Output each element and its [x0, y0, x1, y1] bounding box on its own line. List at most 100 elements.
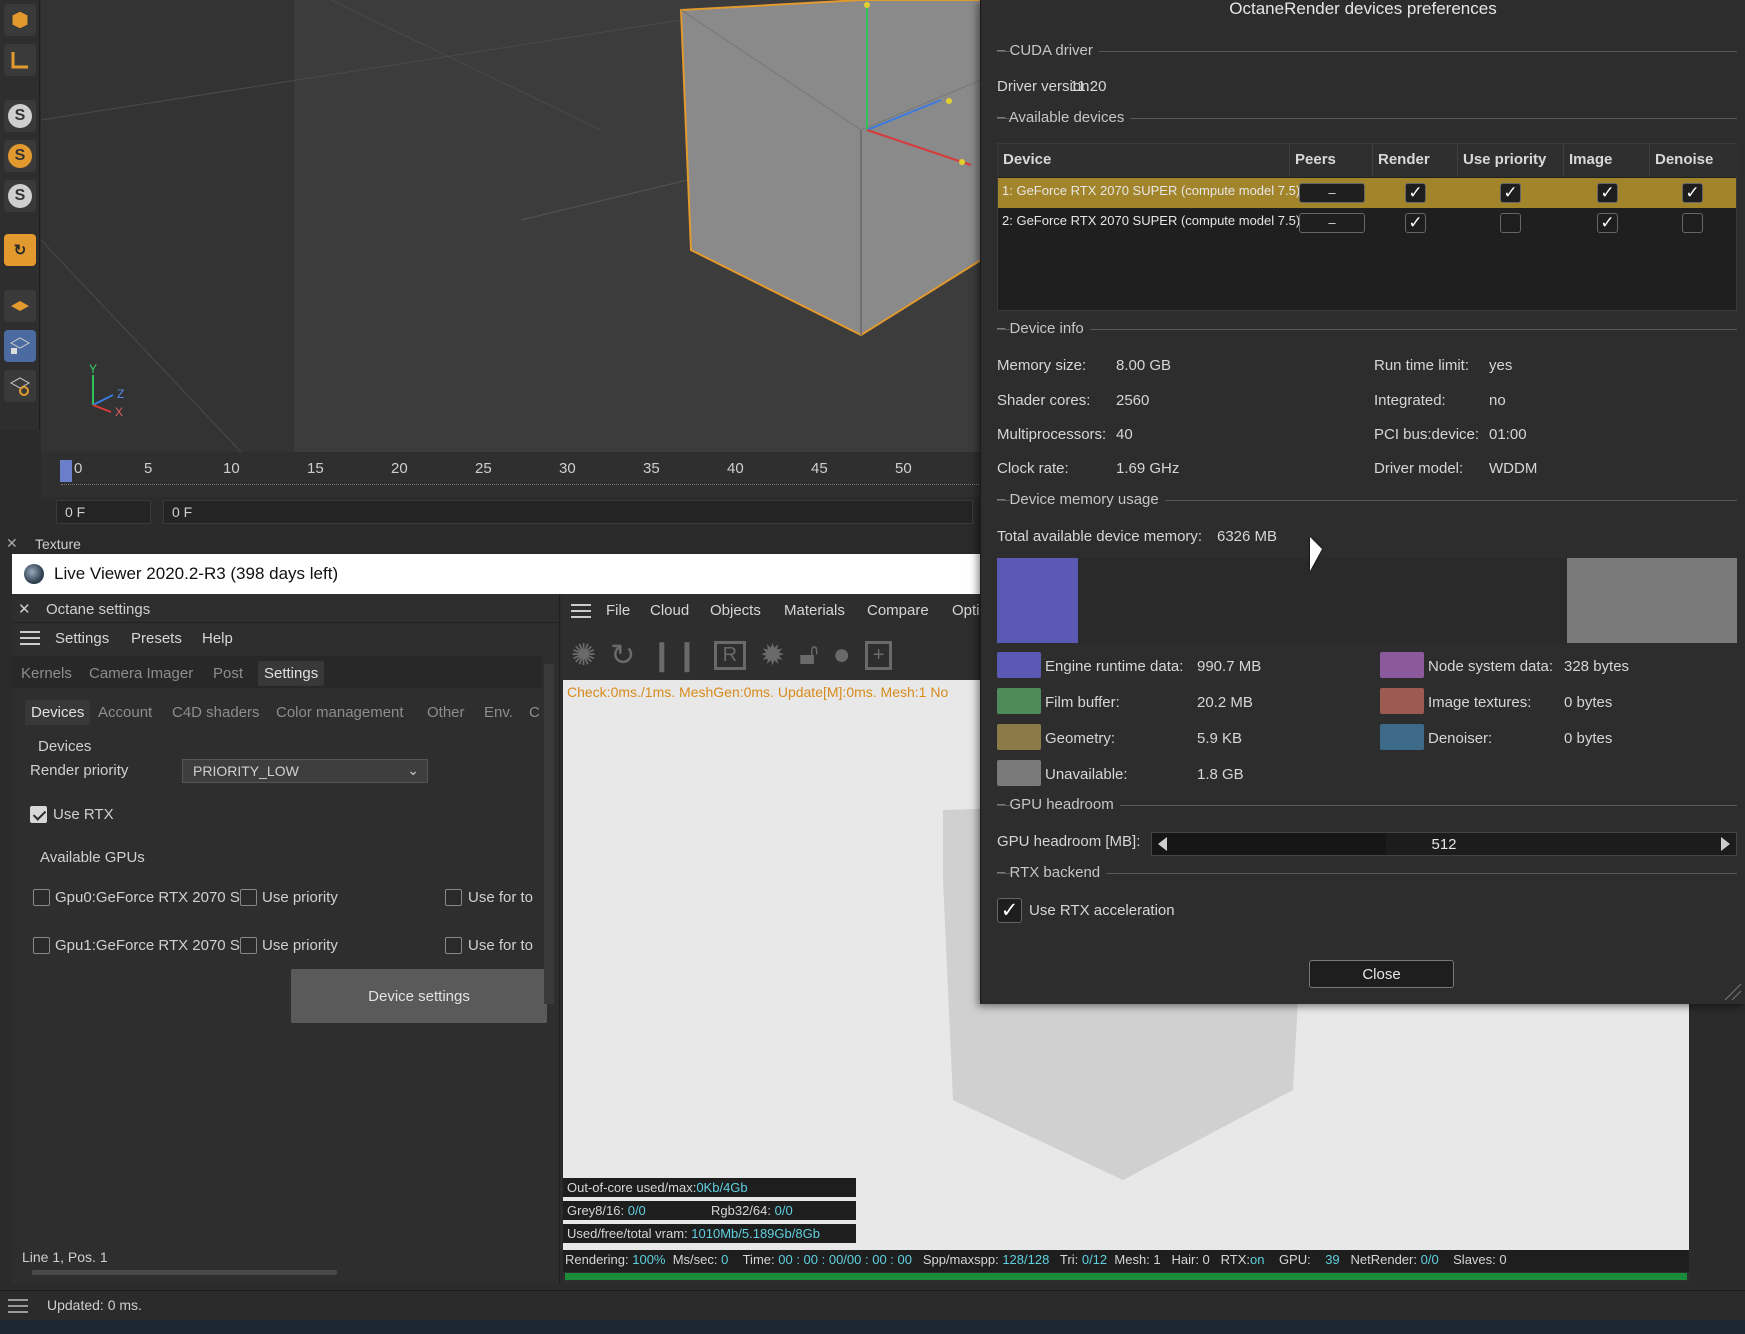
- workplane-icon[interactable]: [4, 290, 36, 322]
- denoise-checkbox[interactable]: ✓: [1682, 183, 1703, 203]
- render-log-line: Check:0ms./1ms. MeshGen:0ms. Update[M]:0…: [567, 684, 949, 700]
- subtab-account[interactable]: Account: [98, 704, 152, 721]
- tab-settings[interactable]: Settings: [258, 661, 325, 686]
- devices-preferences-dialog: OctaneRender devices preferences – CUDA …: [980, 0, 1745, 1004]
- col-device[interactable]: Device: [998, 144, 1290, 177]
- refresh-icon[interactable]: ↻: [610, 638, 635, 673]
- lock-icon[interactable]: 🔓︎: [799, 638, 818, 672]
- unavailable-label: Unavailable:: [1045, 766, 1128, 783]
- hamburger-menu-icon[interactable]: [8, 1299, 28, 1313]
- memory-unavailable-segment: [1566, 558, 1737, 643]
- close-icon[interactable]: ✕: [18, 600, 31, 618]
- subtab-devices[interactable]: Devices: [25, 700, 91, 725]
- device-settings-button[interactable]: Device settings: [291, 969, 547, 1023]
- aperture-icon[interactable]: ✺: [571, 638, 596, 673]
- subtab-c4d-shaders[interactable]: C4D shaders: [172, 704, 260, 721]
- gpu1-usefor-checkbox[interactable]: [445, 937, 462, 954]
- menu-materials[interactable]: Materials: [784, 602, 845, 619]
- render-priority-dropdown[interactable]: PRIORITY_LOW ⌄: [182, 759, 428, 783]
- multiprocessors-value: 40: [1116, 426, 1133, 443]
- use-priority-checkbox[interactable]: [1500, 213, 1521, 233]
- total-memory-value: 6326 MB: [1217, 528, 1278, 545]
- col-image[interactable]: Image: [1564, 144, 1650, 177]
- tab-camera-imager[interactable]: Camera Imager: [89, 665, 193, 682]
- tab-kernels[interactable]: Kernels: [21, 665, 72, 682]
- device-name: 1: GeForce RTX 2070 SUPER (compute model…: [1002, 183, 1301, 198]
- axis-tool-icon[interactable]: [4, 44, 36, 76]
- device-row-1[interactable]: 1: GeForce RTX 2070 SUPER (compute model…: [998, 178, 1736, 208]
- timeline-cursor[interactable]: [60, 460, 72, 482]
- subtab-more[interactable]: C: [529, 704, 540, 721]
- use-rtx-acceleration-checkbox[interactable]: ✓: [997, 898, 1022, 923]
- magnet-icon[interactable]: ↻: [4, 234, 36, 266]
- gpu1-label: Gpu1:GeForce RTX 2070 SU: [55, 937, 240, 954]
- node-system-label: Node system data:: [1428, 658, 1554, 675]
- col-render[interactable]: Render: [1373, 144, 1458, 177]
- pci-bus-label: PCI bus:device:: [1374, 426, 1480, 443]
- gpu0-priority-checkbox[interactable]: [240, 889, 257, 906]
- use-priority-checkbox[interactable]: ✓: [1500, 183, 1521, 203]
- menu-cloud[interactable]: Cloud: [650, 602, 689, 619]
- octane-settings-panel: ✕ Octane settings Settings Presets Help …: [12, 594, 560, 1284]
- use-rtx-checkbox[interactable]: [30, 806, 47, 823]
- gpu-headroom-slider[interactable]: 512: [1151, 832, 1737, 856]
- col-peers[interactable]: Peers: [1290, 144, 1373, 177]
- render-priority-label: Render priority: [30, 762, 129, 779]
- gpu0-usefor-checkbox[interactable]: [445, 889, 462, 906]
- subtab-other[interactable]: Other: [427, 704, 465, 721]
- denoise-checkbox[interactable]: [1682, 213, 1703, 233]
- resize-grip-icon[interactable]: [1723, 982, 1743, 1002]
- bottom-status-bar: Updated: 0 ms.: [0, 1290, 1745, 1320]
- menu-file[interactable]: File: [606, 602, 630, 619]
- geometry-swatch: [997, 724, 1041, 750]
- scrollbar[interactable]: [544, 664, 554, 1004]
- timeline-tick: 30: [559, 460, 576, 477]
- image-checkbox[interactable]: ✓: [1597, 213, 1618, 233]
- image-checkbox[interactable]: ✓: [1597, 183, 1618, 203]
- render-checkbox[interactable]: ✓: [1405, 213, 1426, 233]
- gear-icon[interactable]: ✹: [760, 638, 785, 673]
- gpu1-priority-checkbox[interactable]: [240, 937, 257, 954]
- render-checkbox[interactable]: ✓: [1405, 183, 1426, 203]
- frame-current-field[interactable]: 0 F: [163, 500, 973, 524]
- snap-icon-3[interactable]: S: [4, 180, 36, 212]
- subtab-color-management[interactable]: Color management: [276, 704, 404, 721]
- sphere-icon[interactable]: ●: [833, 638, 851, 672]
- menu-compare[interactable]: Compare: [867, 602, 929, 619]
- left-toolbar: S S S ↻: [0, 0, 40, 430]
- menu-objects[interactable]: Objects: [710, 602, 761, 619]
- gpu0-checkbox[interactable]: [33, 889, 50, 906]
- frame-start-field[interactable]: 0 F: [56, 500, 151, 524]
- pause-icon[interactable]: ❙❙: [649, 638, 699, 673]
- region-icon[interactable]: R: [713, 640, 747, 670]
- close-icon[interactable]: ✕: [6, 535, 18, 552]
- timeline[interactable]: 0 5 10 15 20 25 30 35 40 45 50: [41, 452, 981, 497]
- lock-grid-icon[interactable]: [4, 330, 36, 362]
- cube-tool-icon[interactable]: [4, 4, 36, 36]
- menu-presets[interactable]: Presets: [131, 630, 182, 647]
- horizontal-scrollbar[interactable]: [32, 1270, 337, 1275]
- col-denoise[interactable]: Denoise: [1650, 144, 1738, 177]
- snap-icon-1[interactable]: S: [4, 100, 36, 132]
- device-row-2[interactable]: 2: GeForce RTX 2070 SUPER (compute model…: [998, 208, 1736, 238]
- render-status-line: Rendering: 100% Ms/sec: 0 Time: 00 : 00 …: [563, 1250, 1689, 1272]
- hamburger-menu-icon[interactable]: [20, 631, 40, 645]
- menu-options[interactable]: Opti: [952, 602, 980, 619]
- close-button[interactable]: Close: [1309, 960, 1454, 988]
- add-icon[interactable]: +: [864, 640, 893, 670]
- 3d-viewport[interactable]: Y Z X: [41, 0, 981, 452]
- col-use-priority[interactable]: Use priority: [1458, 144, 1564, 177]
- menu-help[interactable]: Help: [202, 630, 233, 647]
- snap-icon-2[interactable]: S: [4, 140, 36, 172]
- timeline-ruler: [61, 484, 981, 492]
- timeline-tick: 15: [307, 460, 324, 477]
- menu-settings[interactable]: Settings: [55, 630, 109, 647]
- grid-rotate-icon[interactable]: [4, 370, 36, 402]
- peers-button[interactable]: –: [1299, 213, 1365, 233]
- subtab-env[interactable]: Env.: [484, 704, 513, 721]
- gpu1-checkbox[interactable]: [33, 937, 50, 954]
- texture-tab[interactable]: Texture: [35, 536, 81, 552]
- tab-post[interactable]: Post: [213, 665, 243, 682]
- hamburger-menu-icon[interactable]: [571, 604, 591, 618]
- peers-button[interactable]: –: [1299, 183, 1365, 203]
